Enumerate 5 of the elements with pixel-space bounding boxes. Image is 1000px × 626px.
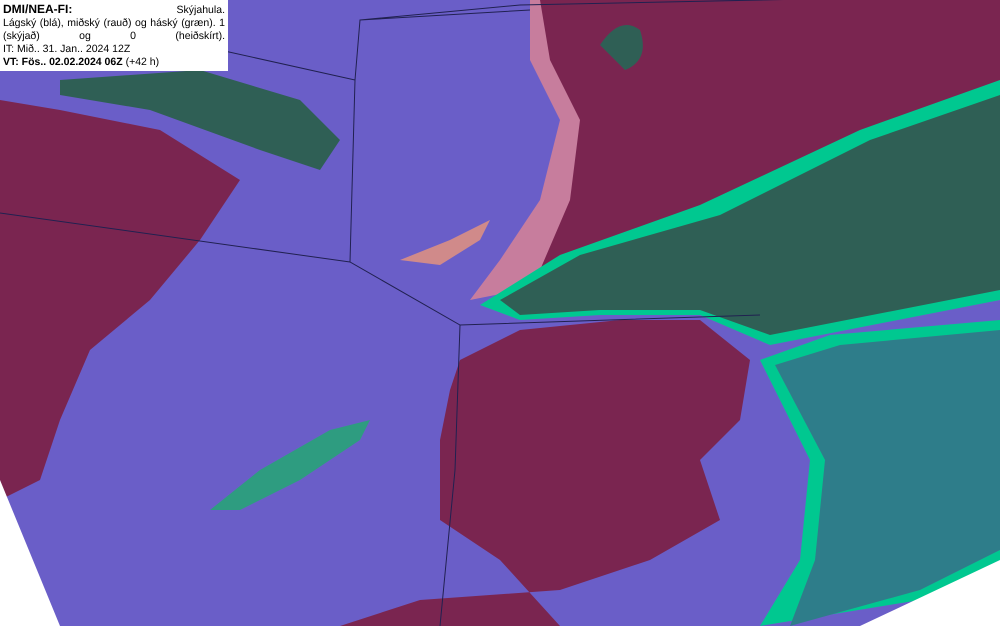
initial-time: IT: Mið.. 31. Jan.. 2024 12Z (3, 43, 132, 56)
legend-description: Lágský (blá), miðský (rauð) og háský (græn). 1 (skýjað) og 0 (heiðskírt). (3, 17, 225, 43)
field-name: Skýjahula. (176, 4, 225, 17)
model-name: DMI/NEA-FI: (3, 3, 72, 16)
valid-time: VT: Fös.. 02.02.2024 06Z (+42 h) (3, 56, 160, 69)
